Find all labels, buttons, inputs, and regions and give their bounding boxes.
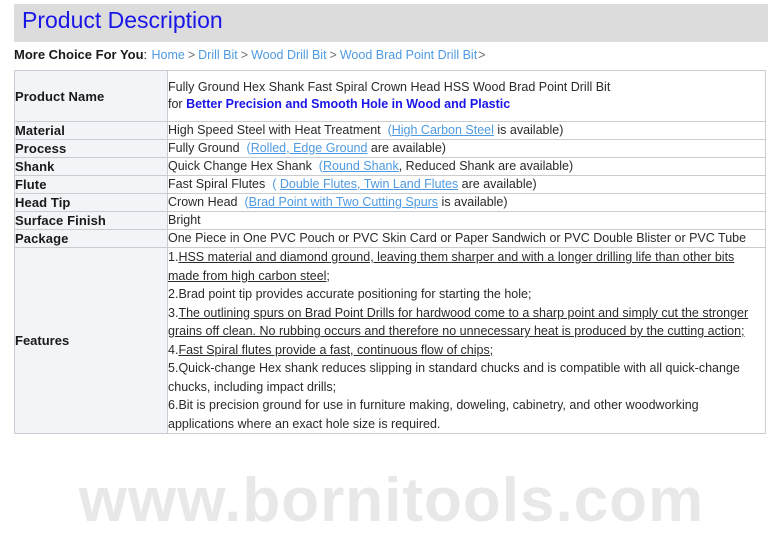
spec-label-flute: Flute (14, 175, 168, 194)
feature-text: Fast Spiral flutes provide a fast, conti… (178, 342, 494, 357)
table-row-features: Features 1.HSS material and diamond grou… (14, 247, 766, 434)
spec-value-head-tip: Crown Head (Brad Point with Two Cutting … (167, 193, 766, 212)
site-watermark: www.bornitools.com (78, 466, 705, 535)
breadcrumb: More Choice For You: Home > Drill Bit > Wood… (14, 47, 486, 63)
table-row: Shank Quick Change Hex Shank (Round Shan… (14, 157, 766, 176)
material-text: High Speed Steel with Heat Treatment (168, 123, 381, 137)
feature-number: 6. (168, 398, 179, 412)
head-tip-post-text: is available) (438, 195, 508, 209)
product-specification-table: Product Name Fully Ground Hex Shank Fast… (14, 70, 766, 434)
feature-text: made from high carbon steel; (168, 268, 330, 283)
feature-line: 4.Fast Spiral flutes provide a fast, con… (168, 341, 765, 360)
spec-value-shank: Quick Change Hex Shank (Round Shank, Red… (167, 157, 766, 176)
shank-post-text: , Reduced Shank are available) (398, 159, 574, 173)
feature-text: Bit is precision ground for use in furni… (178, 398, 699, 412)
product-name-line-2-prefix: for (168, 97, 187, 111)
feature-line: grains off clean. No rubbing occurs and … (168, 322, 765, 341)
table-row: Product Name Fully Ground Hex Shank Fast… (14, 70, 766, 122)
product-name-highlight: Better Precision and Smooth Hole in Wood… (186, 97, 511, 111)
shank-text: Quick Change Hex Shank (168, 159, 312, 173)
spec-table-body: Product Name Fully Ground Hex Shank Fast… (14, 70, 766, 434)
head-tip-option-link[interactable]: Brad Point with Two Cutting Spurs (249, 195, 438, 209)
breadcrumb-link-wood-drill-bit[interactable]: Wood Drill Bit (250, 48, 327, 62)
feature-text: HSS material and diamond ground, leaving… (178, 250, 735, 264)
breadcrumb-link-home[interactable]: Home (151, 48, 186, 62)
feature-number: 5. (168, 361, 179, 375)
process-text: Fully Ground (168, 141, 240, 155)
flute-post-text: are available) (458, 177, 537, 191)
feature-text: Quick-change Hex shank reduces slipping … (178, 361, 740, 375)
spec-label-surface-finish: Surface Finish (14, 211, 168, 230)
material-option-link[interactable]: High Carbon Steel (392, 123, 494, 137)
spec-value-surface-finish: Bright (167, 211, 766, 230)
process-option-link[interactable]: Rolled, Edge Ground (251, 141, 368, 155)
table-row: Flute Fast Spiral Flutes ( Double Flutes… (14, 175, 766, 194)
feature-line: 5.Quick-change Hex shank reduces slippin… (168, 359, 765, 378)
head-tip-text: Crown Head (168, 195, 238, 209)
spec-value-flute: Fast Spiral Flutes ( Double Flutes, Twin… (167, 175, 766, 194)
shank-option-link[interactable]: Round Shank (323, 159, 399, 173)
breadcrumb-separator-1: > (187, 48, 196, 62)
flute-text: Fast Spiral Flutes (168, 177, 266, 191)
spec-value-features: 1.HSS material and diamond ground, leavi… (167, 247, 766, 434)
breadcrumb-separator-3: > (329, 48, 337, 62)
feature-line: 3.The outlining spurs on Brad Point Dril… (168, 304, 765, 323)
feature-text: applications where an exact hole size is… (168, 416, 441, 431)
feature-line: applications where an exact hole size is… (168, 415, 765, 434)
flute-option-link[interactable]: Double Flutes, Twin Land Flutes (280, 177, 458, 191)
feature-number: 4. (168, 342, 179, 357)
spec-label-shank: Shank (14, 157, 168, 176)
feature-number: 1. (168, 250, 179, 264)
process-post-text: are available) (367, 141, 446, 155)
spec-value-package: One Piece in One PVC Pouch or PVC Skin C… (167, 229, 766, 248)
breadcrumb-colon: : (143, 48, 148, 62)
feature-text: grains off clean. No rubbing occurs and … (168, 324, 745, 338)
flute-paren-open: ( (272, 177, 280, 191)
breadcrumb-link-drill-bit[interactable]: Drill Bit (197, 48, 239, 62)
feature-line: 2.Brad point tip provides accurate posit… (168, 285, 765, 304)
table-row: Material High Speed Steel with Heat Trea… (14, 121, 766, 140)
feature-line: made from high carbon steel; (168, 267, 765, 286)
table-row: Package One Piece in One PVC Pouch or PV… (14, 229, 766, 248)
spec-label-process: Process (14, 139, 168, 158)
table-row: Surface Finish Bright (14, 211, 766, 230)
spec-label-product-name: Product Name (14, 70, 168, 122)
breadcrumb-label: More Choice For You (14, 47, 144, 62)
feature-text: chucks, including impact drills; (168, 379, 337, 394)
feature-number: 2. (168, 287, 179, 301)
spec-value-product-name: Fully Ground Hex Shank Fast Spiral Crown… (167, 70, 766, 122)
spec-label-material: Material (14, 121, 168, 140)
feature-number: 3. (168, 305, 179, 320)
spec-value-material: High Speed Steel with Heat Treatment (Hi… (167, 121, 766, 140)
spec-value-process: Fully Ground (Rolled, Edge Ground are av… (167, 139, 766, 158)
feature-text: Brad point tip provides accurate positio… (178, 287, 532, 301)
material-post-text: is available) (493, 123, 564, 137)
feature-line: 1.HSS material and diamond ground, leavi… (168, 248, 765, 267)
page-title: Product Description (22, 7, 223, 33)
breadcrumb-link-wood-brad-point-drill-bit[interactable]: Wood Brad Point Drill Bit (339, 48, 478, 62)
table-row: Process Fully Ground (Rolled, Edge Groun… (14, 139, 766, 158)
spec-label-head-tip: Head Tip (14, 193, 168, 212)
spec-label-package: Package (14, 229, 168, 248)
spec-label-features: Features (14, 247, 168, 434)
breadcrumb-separator-2: > (240, 48, 249, 62)
table-row: Head Tip Crown Head (Brad Point with Two… (14, 193, 766, 212)
breadcrumb-trailing: > (478, 48, 486, 62)
feature-text: The outlining spurs on Brad Point Drills… (178, 305, 749, 320)
feature-line: chucks, including impact drills; (168, 378, 765, 397)
product-name-line-1: Fully Ground Hex Shank Fast Spiral Crown… (168, 80, 611, 94)
feature-line: 6.Bit is precision ground for use in fur… (168, 396, 765, 415)
